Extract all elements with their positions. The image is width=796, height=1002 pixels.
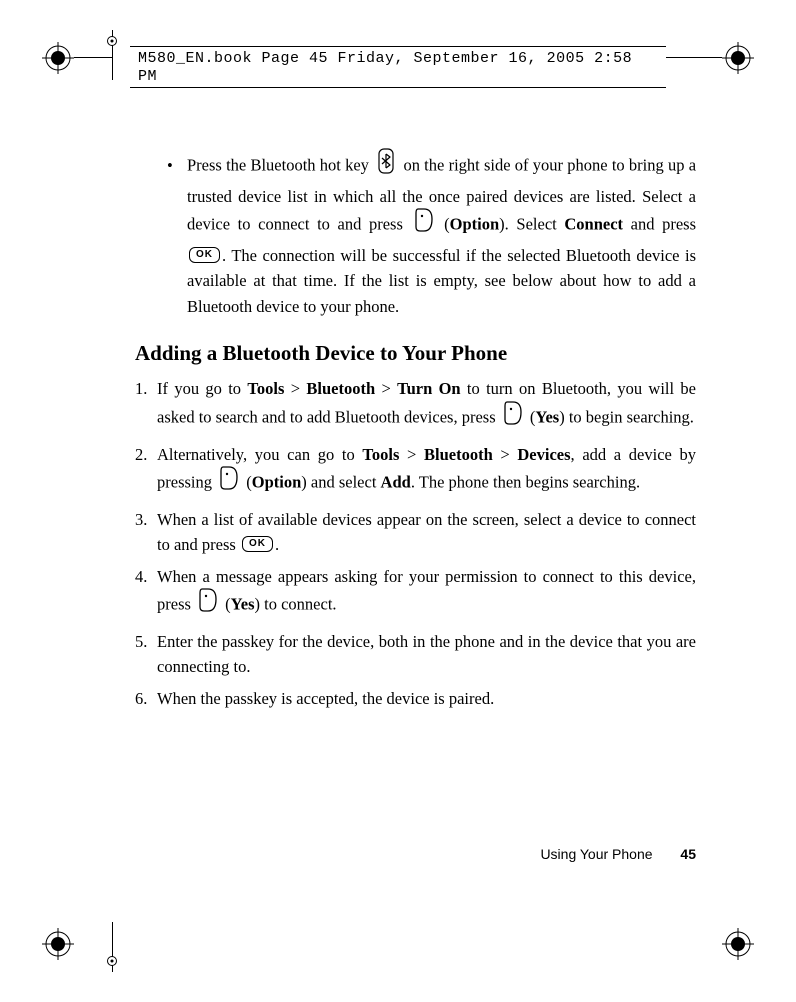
page-number: 45 xyxy=(680,846,696,862)
registration-mark-icon xyxy=(42,42,74,74)
text: > xyxy=(493,445,518,464)
text: When the passkey is accepted, the device… xyxy=(157,689,494,708)
menu-path: Devices xyxy=(517,445,570,464)
text: > xyxy=(284,379,306,398)
text: and press xyxy=(623,215,696,234)
connect-label: Connect xyxy=(564,215,623,234)
add-label: Add xyxy=(381,473,411,492)
steps-list: If you go to Tools > Bluetooth > Turn On… xyxy=(135,376,696,711)
bullet-icon: • xyxy=(167,153,173,179)
yes-label: Yes xyxy=(535,408,559,427)
menu-path: Turn On xyxy=(397,379,461,398)
step-item: When a message appears asking for your p… xyxy=(135,564,696,623)
bullet-paragraph: • Press the Bluetooth hot key on the rig… xyxy=(135,150,696,319)
text: . The phone then begins searching. xyxy=(411,473,640,492)
text: Alternatively, you can go to xyxy=(157,445,362,464)
yes-label: Yes xyxy=(231,595,255,614)
page-content: • Press the Bluetooth hot key on the rig… xyxy=(135,150,696,862)
menu-path: Tools xyxy=(247,379,284,398)
step-item: Enter the passkey for the device, both i… xyxy=(135,629,696,680)
text: > xyxy=(399,445,424,464)
section-heading: Adding a Bluetooth Device to Your Phone xyxy=(135,341,696,366)
text: Press the Bluetooth hot key xyxy=(187,156,373,175)
registration-mark-icon xyxy=(722,42,754,74)
registration-mark-icon xyxy=(722,928,754,960)
step-item: When a list of available devices appear … xyxy=(135,507,696,558)
text: ) to begin searching. xyxy=(559,408,694,427)
footer-label: Using Your Phone xyxy=(540,846,652,862)
menu-path: Bluetooth xyxy=(424,445,493,464)
ok-key-icon: OK xyxy=(242,536,273,552)
option-label: Option xyxy=(450,215,500,234)
softkey-icon xyxy=(198,587,218,621)
bluetooth-key-icon xyxy=(376,148,396,182)
menu-path: Bluetooth xyxy=(306,379,375,398)
print-header-text: M580_EN.book Page 45 Friday, September 1… xyxy=(138,50,632,85)
menu-path: Tools xyxy=(362,445,399,464)
softkey-icon xyxy=(219,465,239,499)
softkey-icon xyxy=(503,400,523,434)
text: If you go to xyxy=(157,379,247,398)
text: Enter the passkey for the device, both i… xyxy=(157,632,696,677)
registration-mark-icon xyxy=(42,928,74,960)
page-footer: Using Your Phone 45 xyxy=(540,846,696,862)
text: . xyxy=(275,535,279,554)
ok-key-icon: OK xyxy=(189,247,220,263)
step-item: Alternatively, you can go to Tools > Blu… xyxy=(135,442,696,501)
step-item: If you go to Tools > Bluetooth > Turn On… xyxy=(135,376,696,435)
text: > xyxy=(375,379,397,398)
option-label: Option xyxy=(252,473,302,492)
step-item: When the passkey is accepted, the device… xyxy=(135,686,696,712)
text: . The connection will be successful if t… xyxy=(187,246,696,316)
text: When a list of available devices appear … xyxy=(157,510,696,555)
text: ). Select xyxy=(499,215,564,234)
softkey-icon xyxy=(414,207,434,241)
text: ) to connect. xyxy=(255,595,337,614)
text: ) and select xyxy=(301,473,380,492)
print-header-bar: M580_EN.book Page 45 Friday, September 1… xyxy=(130,46,666,88)
